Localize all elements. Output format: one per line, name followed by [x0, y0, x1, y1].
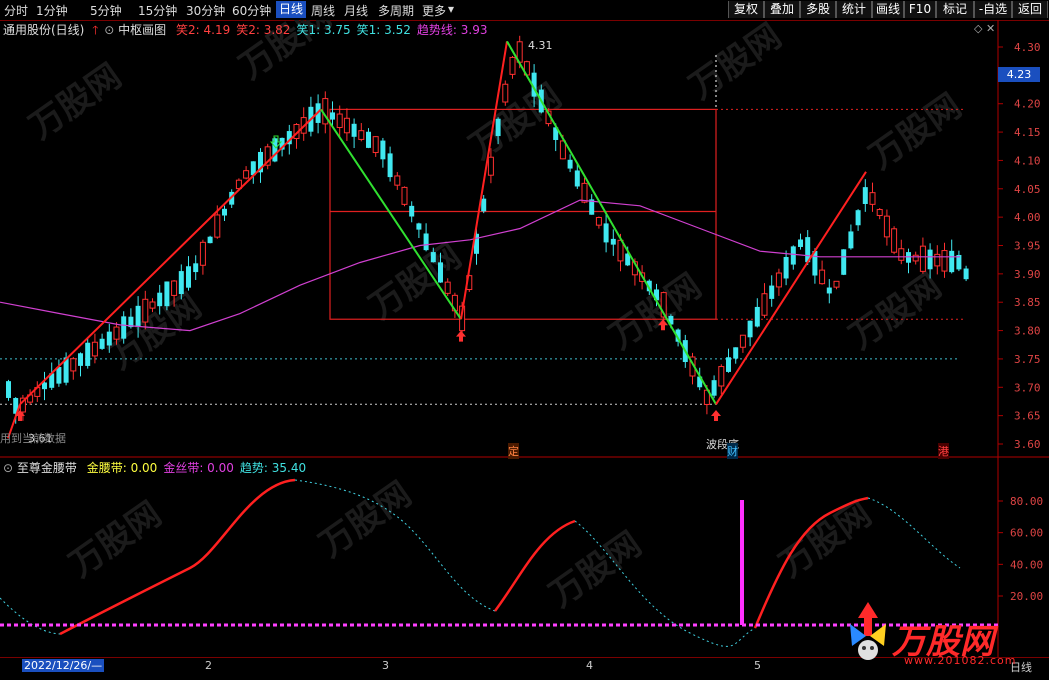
sub-indicator-name: 至尊金腰带 — [16, 461, 77, 475]
tab-weekly[interactable]: 周线 — [311, 2, 335, 19]
overlay-button[interactable]: 叠加 — [764, 1, 800, 18]
watermark-sub-text-1: 万股网 — [312, 474, 418, 565]
logo-url: www.201082.com — [904, 654, 1017, 667]
price-tick-7: 3.95 — [1014, 240, 1041, 253]
watermark-sub-text-2: 万股网 — [542, 524, 648, 615]
date-cursor-label: 2022/12/26/— — [22, 659, 105, 672]
data-note: 用到当前数据 — [0, 432, 66, 445]
main-legend-item-4: 趋势线: 3.93 — [416, 23, 488, 37]
price-tick-3: 4.15 — [1014, 126, 1041, 139]
sub-legend-item-1: 金丝带: 0.00 — [163, 461, 234, 475]
watermark-sub-text-0: 万股网 — [62, 494, 168, 585]
main-legend-item-1: 笑2: 3.82 — [236, 23, 291, 37]
price-tick-5: 4.05 — [1014, 183, 1041, 196]
price-tick-4: 4.10 — [1014, 154, 1041, 167]
more-dropdown-icon[interactable]: ▾ — [448, 2, 454, 16]
tab-60min[interactable]: 60分钟 — [232, 2, 271, 19]
price-tick-2: 4.20 — [1014, 98, 1041, 111]
month-tick-3: 3 — [382, 659, 389, 672]
month-tick-2: 2 — [205, 659, 212, 672]
watermark-text-0: 万股网 — [22, 56, 128, 147]
brand-logo: 万股网 www.201082.com — [840, 600, 1030, 670]
month-tick-4: 4 — [586, 659, 593, 672]
tab-monthly[interactable]: 月线 — [344, 2, 368, 19]
current-price-badge: 4.23 — [998, 67, 1040, 82]
high-price-label: 4.31 — [528, 39, 553, 52]
month-tick-5: 5 — [754, 659, 761, 672]
main-legend-item-0: 笑2: 4.19 — [176, 23, 231, 37]
period-toolbar: 分时 1分钟 5分钟 15分钟 30分钟 60分钟 日线 周线 月线 多周期 更… — [0, 0, 1049, 21]
candlesticks — [6, 35, 969, 424]
kline-chart[interactable]: 万股网万股网万股网万股网万股网万股网万股网万股网万股网 4.304.254.20… — [0, 20, 1049, 458]
watermark-text-7: 万股网 — [602, 266, 708, 357]
sub-axis-ticks: 80.0060.0040.0020.00 — [998, 495, 1043, 603]
price-tick-12: 3.70 — [1014, 381, 1041, 394]
tab-30min[interactable]: 30分钟 — [186, 2, 225, 19]
main-legend-item-3: 笑1: 3.52 — [356, 23, 411, 37]
price-tick-8: 3.90 — [1014, 268, 1041, 281]
mark-button[interactable]: 标记 — [936, 1, 974, 18]
watermark-text-8: 万股网 — [842, 266, 948, 357]
watermark-sub-text-3: 万股网 — [772, 494, 878, 585]
settings-circle-icon[interactable]: ⊙ — [104, 23, 114, 37]
draw-line-button[interactable]: 画线 — [872, 1, 904, 18]
price-tick-14: 3.60 — [1014, 438, 1041, 451]
price-tick-10: 3.80 — [1014, 325, 1041, 338]
sub-tick-2: 40.00 — [1010, 558, 1043, 571]
main-legend: 通用股份(日线) 🡑 ⊙ 中枢画图 笑2: 4.19 笑2: 3.82 笑1: 3.… — [3, 21, 487, 42]
tab-more[interactable]: 更多 — [422, 2, 446, 19]
multi-stock-button[interactable]: 多股 — [800, 1, 836, 18]
watermark-layer: 万股网万股网万股网万股网万股网万股网万股网 万股网 万股网 — [22, 20, 968, 377]
up-arrow-icon: 🡑 — [92, 23, 99, 37]
price-tick-11: 3.75 — [1014, 353, 1041, 366]
tab-5min[interactable]: 5分钟 — [90, 2, 122, 19]
logo-icon — [850, 602, 886, 660]
stock-title: 通用股份(日线) — [3, 23, 85, 37]
price-tick-0: 4.30 — [1014, 41, 1041, 54]
event-gang[interactable]: 港 — [938, 443, 949, 459]
sub-legend-item-2: 趋势: 35.40 — [239, 461, 307, 475]
sub-legend: ⊙ 至尊金腰带 金腰带: 0.00 金丝带: 0.00 趋势: 35.40 — [3, 459, 306, 476]
watermark-text-4: 万股网 — [862, 86, 968, 177]
reference-lines — [0, 358, 960, 405]
restore-rights-button[interactable]: 复权 — [728, 1, 764, 18]
sub-settings-icon[interactable]: ⊙ — [3, 461, 13, 475]
tab-multi-period[interactable]: 多周期 — [378, 2, 414, 19]
sub-tick-0: 80.00 — [1010, 495, 1043, 508]
close-icon[interactable]: ✕ — [986, 22, 995, 35]
statistics-button[interactable]: 统计 — [836, 1, 872, 18]
zigzag-lines — [7, 40, 867, 439]
price-tick-6: 4.00 — [1014, 211, 1041, 224]
price-axis-ticks: 4.304.254.204.154.104.054.003.953.903.85… — [998, 41, 1041, 451]
event-cai[interactable]: 财 — [727, 443, 738, 459]
diamond-icon[interactable]: ◇ — [974, 22, 982, 35]
tab-daily[interactable]: 日线 — [276, 1, 307, 18]
price-tick-9: 3.85 — [1014, 296, 1041, 309]
tab-15min[interactable]: 15分钟 — [138, 2, 177, 19]
price-tick-13: 3.65 — [1014, 410, 1041, 423]
main-legend-item-2: 笑1: 3.75 — [296, 23, 351, 37]
remove-favorite-button[interactable]: -自选 — [974, 1, 1012, 18]
back-button[interactable]: 返回 — [1012, 1, 1048, 18]
event-ding[interactable]: 定 — [508, 443, 519, 459]
tab-1min[interactable]: 1分钟 — [36, 2, 68, 19]
indicator-name: 中枢画图 — [118, 23, 167, 37]
golden-belt-curves — [59, 478, 869, 636]
watermark-text-3: 万股网 — [682, 20, 788, 107]
watermark-layer-sub: 万股网 万股网万股网 万股网 — [62, 474, 878, 615]
sub-legend-item-0: 金腰带: 0.00 — [86, 461, 158, 475]
f10-button[interactable]: F10 — [904, 1, 936, 18]
tab-fenshi[interactable]: 分时 — [4, 2, 28, 19]
sub-tick-1: 60.00 — [1010, 527, 1043, 540]
